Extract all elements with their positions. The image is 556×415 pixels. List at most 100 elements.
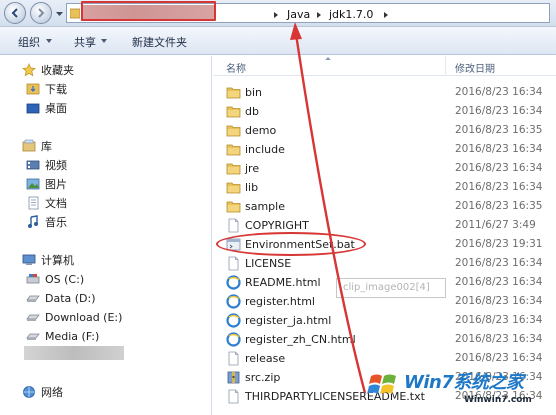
sidebar-item-label: Data (D:): [45, 291, 96, 305]
network-icon: [22, 385, 36, 399]
column-header-name[interactable]: 名称: [226, 60, 246, 75]
computer-icon: [22, 253, 36, 267]
sidebar-item-libraries[interactable]: 库: [22, 138, 52, 154]
file-name: COPYRIGHT: [245, 219, 309, 232]
zip-archive-icon: [226, 370, 241, 385]
sidebar-item-drive-e[interactable]: Download (E:): [26, 309, 122, 325]
image-placeholder-label: clip_image002[4]: [336, 278, 446, 298]
command-toolbar: 组织 共享 新建文件夹: [0, 27, 556, 55]
html-file-icon: [226, 332, 241, 347]
sidebar-item-network[interactable]: 网络: [22, 384, 63, 400]
file-modified-date: 2011/6/27 3:49: [455, 219, 536, 231]
sidebar-item-label: Download (E:): [45, 310, 123, 324]
windows-logo-icon: [367, 374, 396, 394]
file-modified-date: 2016/8/23 16:34: [455, 314, 543, 326]
new-folder-button[interactable]: 新建文件夹: [132, 34, 187, 50]
sidebar-item-drive-d[interactable]: Data (D:): [26, 290, 96, 306]
file-name: register.html: [245, 295, 315, 308]
sidebar-item-downloads[interactable]: 下载: [26, 81, 67, 97]
file-name: release: [245, 352, 286, 365]
folder-icon: [226, 199, 241, 214]
back-button[interactable]: [4, 2, 26, 24]
file-row[interactable]: LICENSE 2016/8/23 16:34: [213, 254, 556, 273]
forward-button[interactable]: [30, 2, 52, 24]
annotation-red-ellipse: [216, 232, 366, 256]
sidebar-item-drive-c[interactable]: OS (C:): [26, 271, 84, 287]
sidebar-item-desktop[interactable]: 桌面: [26, 100, 67, 116]
sidebar-item-label: 桌面: [45, 102, 67, 115]
sidebar-item-label: 视频: [45, 159, 67, 172]
redacted-sidebar-item: [24, 346, 124, 360]
file-modified-date: 2016/8/23 16:34: [455, 181, 543, 193]
music-note-icon: [26, 215, 40, 229]
image-placeholder-text: clip_image002[4]: [343, 282, 430, 293]
breadcrumb-separator-icon[interactable]: [317, 12, 321, 18]
file-row[interactable]: register_ja.html 2016/8/23 16:34: [213, 311, 556, 330]
file-row[interactable]: lib 2016/8/23 16:34: [213, 178, 556, 197]
sidebar-item-music[interactable]: 音乐: [26, 214, 67, 230]
sidebar-item-label: 计算机: [41, 254, 74, 267]
breadcrumb-java[interactable]: Java: [287, 8, 310, 21]
column-header-date[interactable]: 修改日期: [455, 60, 495, 75]
library-icon: [22, 139, 36, 153]
download-folder-icon: [26, 82, 40, 96]
system-drive-icon: [26, 272, 40, 286]
sidebar-item-videos[interactable]: 视频: [26, 157, 67, 173]
column-header-row: 名称 修改日期: [213, 56, 556, 76]
drive-icon: [26, 310, 40, 324]
file-modified-date: 2016/8/23 16:34: [455, 257, 543, 269]
file-row[interactable]: demo 2016/8/23 16:35: [213, 121, 556, 140]
file-icon: [226, 351, 241, 366]
annotation-red-box: [81, 1, 216, 21]
file-modified-date: 2016/8/23 16:34: [455, 105, 543, 117]
file-name: demo: [245, 124, 277, 137]
file-row[interactable]: include 2016/8/23 16:34: [213, 140, 556, 159]
sidebar-item-documents[interactable]: 文档: [26, 195, 67, 211]
forward-arrow-icon: [38, 8, 45, 18]
file-row[interactable]: register_zh_CN.html 2016/8/23 16:34: [213, 330, 556, 349]
file-name: include: [245, 143, 285, 156]
video-icon: [26, 158, 40, 172]
back-arrow-icon: [11, 8, 18, 18]
drive-icon: [26, 329, 40, 343]
folder-icon: [226, 161, 241, 176]
sidebar-item-label: 库: [41, 140, 52, 153]
file-name: register_zh_CN.html: [245, 333, 356, 346]
file-modified-date: 2016/8/23 16:35: [455, 200, 543, 212]
file-row[interactable]: bin 2016/8/23 16:34: [213, 83, 556, 102]
picture-icon: [26, 177, 40, 191]
file-row[interactable]: sample 2016/8/23 16:35: [213, 197, 556, 216]
sidebar-item-favorites[interactable]: 收藏夹: [22, 62, 74, 78]
file-modified-date: 2016/8/23 16:34: [455, 295, 543, 307]
sidebar-item-label: 音乐: [45, 216, 67, 229]
file-name: LICENSE: [245, 257, 292, 270]
file-name: lib: [245, 181, 259, 194]
file-name: register_ja.html: [245, 314, 332, 327]
breadcrumb-jdk[interactable]: jdk1.7.0: [329, 8, 373, 21]
sidebar-item-pictures[interactable]: 图片: [26, 176, 67, 192]
column-divider[interactable]: [445, 56, 446, 76]
sidebar-item-computer[interactable]: 计算机: [22, 252, 74, 268]
html-file-icon: [226, 275, 241, 290]
file-name: bin: [245, 86, 263, 99]
watermark-url: Winwin7.com: [464, 395, 532, 405]
breadcrumb-separator-icon[interactable]: [384, 12, 388, 18]
recent-pages-dropdown-icon[interactable]: [55, 9, 64, 18]
sidebar-item-drive-f[interactable]: Media (F:): [26, 328, 99, 344]
file-row[interactable]: jre 2016/8/23 16:34: [213, 159, 556, 178]
sidebar-item-label: 下载: [45, 83, 67, 96]
breadcrumb-separator-icon[interactable]: [274, 12, 278, 18]
file-modified-date: 2016/8/23 16:34: [455, 86, 543, 98]
organize-button[interactable]: 组织: [18, 34, 40, 50]
drive-icon: [26, 291, 40, 305]
file-name: db: [245, 105, 259, 118]
file-modified-date: 2016/8/23 16:34: [455, 276, 543, 288]
share-button[interactable]: 共享: [74, 34, 96, 50]
file-row[interactable]: db 2016/8/23 16:34: [213, 102, 556, 121]
file-modified-date: 2016/8/23 16:34: [455, 352, 543, 364]
star-icon: [22, 63, 36, 77]
watermark: Win7系统之家 Winwin7.com: [360, 366, 556, 415]
html-file-icon: [226, 313, 241, 328]
sidebar-item-label: Media (F:): [45, 329, 100, 343]
sidebar-item-label: OS (C:): [45, 272, 85, 286]
